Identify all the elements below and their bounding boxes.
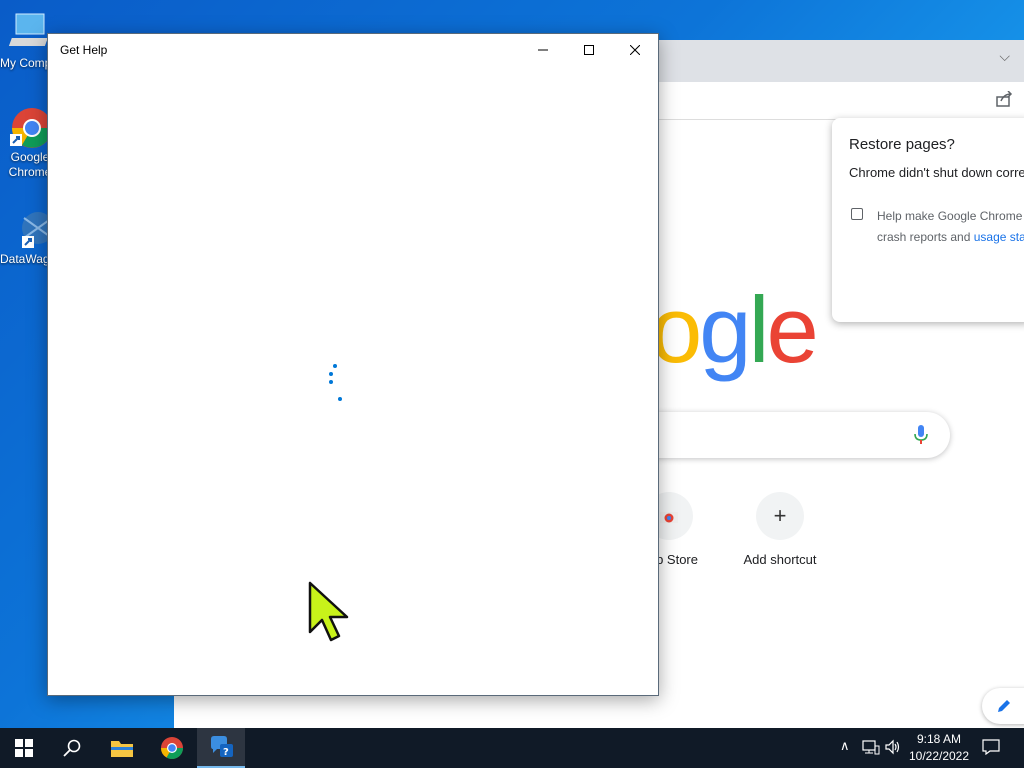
logo-letter: g <box>699 277 751 382</box>
close-button[interactable] <box>612 34 658 65</box>
google-logo: ogle <box>650 276 819 384</box>
microphone-icon[interactable] <box>914 424 928 451</box>
logo-letter: e <box>766 277 818 382</box>
customize-chrome-button[interactable] <box>982 688 1024 724</box>
get-help-taskbar-button[interactable]: ? <box>197 728 245 768</box>
usage-stats-link[interactable]: usage stat <box>974 230 1024 244</box>
system-clock[interactable]: 9:18 AM 10/22/2022 <box>902 731 976 765</box>
volume-icon[interactable] <box>885 739 901 758</box>
get-help-icon: ? <box>211 736 233 758</box>
usage-stats-checkbox[interactable] <box>851 208 863 220</box>
file-explorer-button[interactable] <box>98 728 146 768</box>
mouse-pointer-icon <box>307 580 351 647</box>
logo-letter: l <box>748 277 770 382</box>
clock-date: 10/22/2022 <box>908 749 970 763</box>
restore-message: Chrome didn't shut down corre <box>849 165 1024 180</box>
pencil-icon <box>998 700 1010 712</box>
shortcut-label: Add shortcut <box>743 552 817 567</box>
maximize-button[interactable] <box>566 34 612 65</box>
chrome-taskbar-button[interactable] <box>148 728 196 768</box>
restore-pages-popup: Restore pages? Chrome didn't shut down c… <box>832 118 1024 322</box>
show-hidden-icons-chevron-icon[interactable]: ∧ <box>840 738 850 754</box>
maximize-icon <box>584 44 594 55</box>
start-button[interactable] <box>0 728 48 768</box>
title-bar[interactable]: Get Help <box>48 34 658 65</box>
shortcut-add[interactable]: + Add shortcut <box>725 492 835 567</box>
search-button[interactable] <box>48 728 96 768</box>
minimize-button[interactable] <box>520 34 566 65</box>
windows-logo-icon <box>15 739 33 757</box>
help-line-1: Help make Google Chrome <box>877 209 1023 223</box>
tab-search-chevron-icon[interactable]: ⌵ <box>999 48 1010 65</box>
loading-spinner-icon <box>326 362 346 404</box>
taskbar: ? ∧ 9:18 AM 10/22/2022 <box>0 728 1024 768</box>
search-icon <box>63 739 81 757</box>
chrome-icon <box>161 737 183 759</box>
computer-icon <box>8 10 52 54</box>
close-icon <box>630 44 640 55</box>
clock-time: 9:18 AM <box>916 732 962 746</box>
restore-help-text: Help make Google Chrome crash reports an… <box>877 206 1024 248</box>
help-line-2: crash reports and usage stat <box>877 227 1024 248</box>
window-title: Get Help <box>60 43 108 57</box>
restore-title: Restore pages? <box>849 136 955 153</box>
chrome-icon <box>8 104 52 148</box>
action-center-icon[interactable] <box>982 739 1000 758</box>
get-help-window[interactable]: Get Help <box>47 33 659 696</box>
plus-icon: + <box>756 492 804 540</box>
help-line-2-text: crash reports and <box>877 230 974 244</box>
svg-text:?: ? <box>223 747 229 758</box>
minimize-icon <box>538 49 548 50</box>
network-icon[interactable] <box>862 739 880 758</box>
folder-icon <box>111 741 133 757</box>
share-icon[interactable] <box>996 90 1014 112</box>
datawagon-icon <box>8 206 54 250</box>
